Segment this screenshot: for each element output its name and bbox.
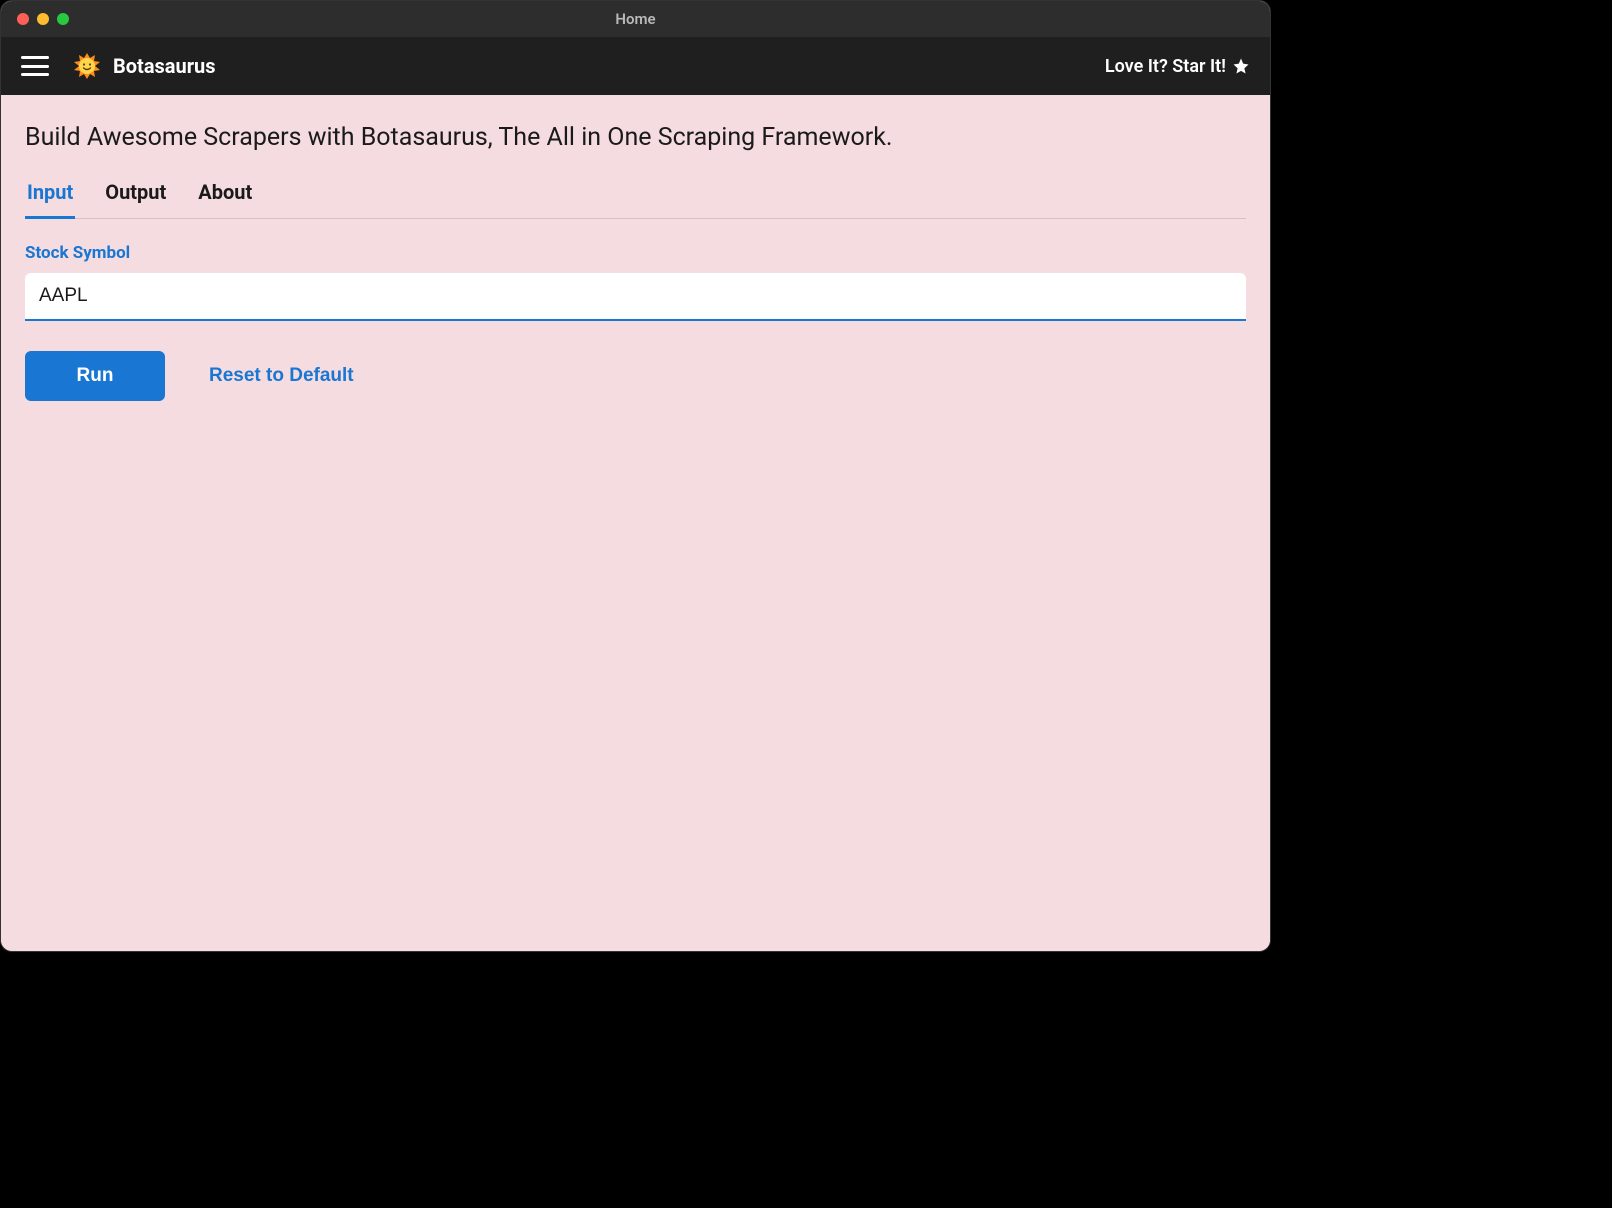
page-headline: Build Awesome Scrapers with Botasaurus, … — [25, 123, 1246, 152]
run-button[interactable]: Run — [25, 351, 165, 401]
tab-input[interactable]: Input — [25, 176, 75, 219]
stock-symbol-label: Stock Symbol — [25, 243, 1246, 263]
close-window-button[interactable] — [17, 13, 29, 25]
app-header-left: Botasaurus — [21, 52, 216, 80]
tab-about[interactable]: About — [196, 176, 254, 219]
sun-logo-icon — [73, 52, 101, 80]
star-it-label: Love It? Star It! — [1105, 56, 1226, 77]
tab-output[interactable]: Output — [103, 176, 168, 219]
minimize-window-button[interactable] — [37, 13, 49, 25]
traffic-lights — [1, 13, 69, 25]
brand[interactable]: Botasaurus — [73, 52, 216, 80]
hamburger-menu-button[interactable] — [21, 56, 49, 76]
action-row: Run Reset to Default — [25, 351, 1246, 401]
reset-to-default-button[interactable]: Reset to Default — [209, 365, 354, 387]
stock-symbol-input[interactable] — [25, 273, 1246, 321]
star-icon — [1232, 57, 1250, 75]
maximize-window-button[interactable] — [57, 13, 69, 25]
main-content: Build Awesome Scrapers with Botasaurus, … — [1, 95, 1270, 951]
titlebar: Home — [1, 1, 1270, 37]
brand-name: Botasaurus — [113, 54, 216, 78]
star-it-link[interactable]: Love It? Star It! — [1105, 56, 1250, 77]
app-header: Botasaurus Love It? Star It! — [1, 37, 1270, 95]
window-title: Home — [615, 10, 655, 28]
app-window: Home Botasaurus Love I — [0, 0, 1271, 952]
tabs: Input Output About — [25, 176, 1246, 219]
